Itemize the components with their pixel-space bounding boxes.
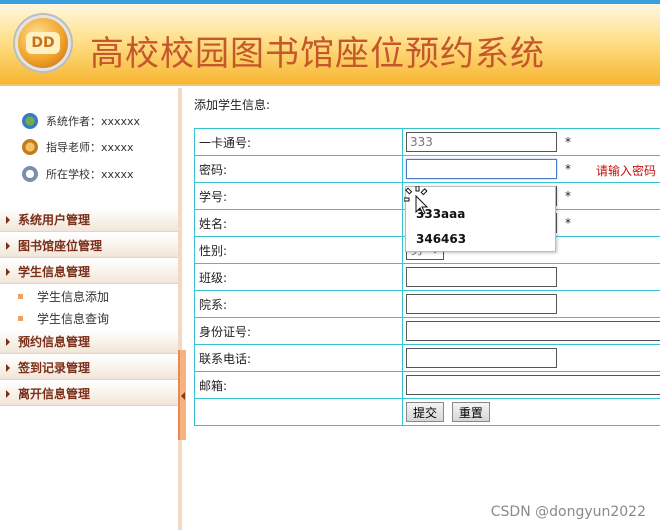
required-mark: * <box>565 216 571 230</box>
name-label: 姓名: <box>194 209 403 237</box>
arrow-right-icon <box>6 215 10 224</box>
menu-label: 系统用户管理 <box>18 213 91 227</box>
school-info: 所在学校：xxxxx <box>22 165 134 183</box>
submenu-label: 学生信息查询 <box>37 311 110 326</box>
required-mark: * <box>565 189 571 203</box>
page-title: 添加学生信息: <box>194 98 271 112</box>
password-input[interactable] <box>406 159 557 179</box>
class-input[interactable] <box>406 267 557 287</box>
password-label: 密码: <box>194 155 403 183</box>
menu-label: 学生信息管理 <box>18 265 91 279</box>
clock-icon <box>22 166 38 182</box>
author-label: 系统作者：xxxxxx <box>46 115 141 128</box>
watermark: CSDN @dongyun2022 <box>490 504 646 520</box>
menu-label: 图书馆座位管理 <box>18 239 103 253</box>
sidebar-divider <box>178 88 182 530</box>
department-input[interactable] <box>406 294 557 314</box>
menu-leave-management[interactable]: 离开信息管理 <box>0 382 178 406</box>
form-row-phone: 联系电话: <box>194 344 660 372</box>
arrow-right-icon <box>6 241 10 250</box>
card-number-input[interactable] <box>406 132 557 152</box>
menu-label: 签到记录管理 <box>18 361 91 375</box>
student-id-label: 学号: <box>194 182 403 210</box>
school-label: 所在学校：xxxxx <box>46 168 134 181</box>
busy-cursor-icon <box>404 186 429 215</box>
form-row-card: 一卡通号: * <box>194 128 660 156</box>
gender-label: 性别: <box>194 236 403 264</box>
department-label: 院系: <box>194 290 403 318</box>
submenu-label: 学生信息添加 <box>37 289 110 304</box>
arrow-right-icon <box>6 389 10 398</box>
menu-checkin-records[interactable]: 签到记录管理 <box>0 356 178 380</box>
teacher-icon <box>22 139 38 155</box>
collapse-arrow-icon <box>181 392 185 400</box>
form-row-email: 邮箱: <box>194 371 660 399</box>
submenu-student-add[interactable]: 学生信息添加 <box>18 287 109 305</box>
autocomplete-option[interactable]: 346463 <box>416 232 466 246</box>
phone-input[interactable] <box>406 348 557 368</box>
submit-button[interactable]: 提交 <box>406 402 445 422</box>
teacher-label: 指导老师：xxxxx <box>46 141 134 154</box>
password-error: 请输入密码 <box>596 164 657 178</box>
phone-label: 联系电话: <box>194 344 403 372</box>
form-row-actions: 提交 重置 <box>194 398 660 426</box>
form-row-class: 班级: <box>194 263 660 291</box>
form-row-id-card: 身份证号: <box>194 317 660 345</box>
email-input[interactable] <box>406 375 660 395</box>
submenu-student-query[interactable]: 学生信息查询 <box>18 309 109 327</box>
app-title: 高校校园图书馆座位预约系统 <box>90 34 545 74</box>
menu-student-management[interactable]: 学生信息管理 <box>0 260 178 284</box>
app-header: DD 高校校园图书馆座位预约系统 <box>0 4 660 86</box>
arrow-right-icon <box>6 337 10 346</box>
id-card-input[interactable] <box>406 321 660 341</box>
card-label: 一卡通号: <box>194 128 403 156</box>
arrow-right-icon <box>6 267 10 276</box>
form-row-password: 密码: * 请输入密码 <box>194 155 660 183</box>
student-form: 一卡通号: * 密码: * 请输入密码 学号: * 姓名: <box>194 128 660 426</box>
menu-system-users[interactable]: 系统用户管理 <box>0 208 178 232</box>
reset-button[interactable]: 重置 <box>451 402 490 422</box>
menu-label: 离开信息管理 <box>18 387 91 401</box>
logo-mark: DD <box>26 32 60 54</box>
bullet-icon <box>18 315 23 321</box>
id-card-label: 身份证号: <box>194 317 403 345</box>
required-mark: * <box>565 162 571 176</box>
app-logo: DD <box>18 18 68 68</box>
bullet-icon <box>18 293 23 299</box>
form-row-department: 院系: <box>194 290 660 318</box>
arrow-right-icon <box>6 363 10 372</box>
main-content: 添加学生信息: 一卡通号: * 密码: * 请输入密码 学号: * 姓名 <box>186 88 660 530</box>
class-label: 班级: <box>194 263 403 291</box>
menu-label: 预约信息管理 <box>18 335 91 349</box>
required-mark: * <box>565 135 571 149</box>
teacher-info: 指导老师：xxxxx <box>22 138 134 156</box>
users-icon <box>22 113 38 129</box>
sidebar-collapse-handle[interactable] <box>178 350 186 440</box>
email-label: 邮箱: <box>194 371 403 399</box>
menu-seat-management[interactable]: 图书馆座位管理 <box>0 234 178 258</box>
sidebar: 系统作者：xxxxxx 指导老师：xxxxx 所在学校：xxxxx 系统用户管理… <box>0 88 178 530</box>
menu-reservation-management[interactable]: 预约信息管理 <box>0 330 178 354</box>
author-info: 系统作者：xxxxxx <box>22 112 140 130</box>
